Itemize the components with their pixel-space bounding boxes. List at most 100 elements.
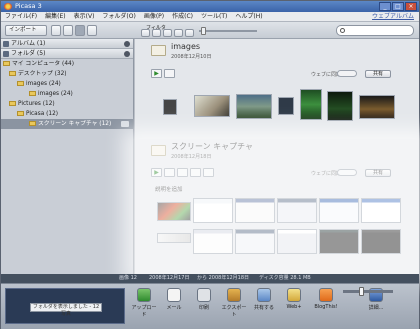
- toolbar: インポート フィルタ: [1, 22, 419, 39]
- collage-icon[interactable]: [164, 168, 175, 177]
- upload-label: アップロード: [131, 305, 157, 318]
- screenshot-thumbnail[interactable]: [277, 229, 317, 254]
- menu-picture[interactable]: 画像(P): [144, 12, 164, 21]
- menu-view[interactable]: 表示(V): [74, 12, 95, 21]
- album-icon: [3, 41, 9, 47]
- web-button[interactable]: Web+: [281, 288, 307, 310]
- export-button[interactable]: エクスポート: [221, 288, 247, 318]
- screenshot-thumbnail[interactable]: [235, 229, 275, 254]
- view-list-button[interactable]: [51, 25, 61, 36]
- minimize-button[interactable]: _: [379, 2, 391, 11]
- images-folder-title[interactable]: images: [171, 42, 200, 51]
- tree-item-my-computer[interactable]: マイ コンピュータ (44): [1, 59, 133, 69]
- folders-header[interactable]: フォルダ (5): [1, 49, 133, 59]
- menu-tools[interactable]: ツール(T): [201, 12, 227, 21]
- tree-item-label: Pictures (12): [18, 101, 55, 107]
- tree-item-desktop[interactable]: デスクトップ (32): [1, 69, 133, 79]
- window-controls: _ □ ×: [379, 2, 417, 11]
- search-icon: [340, 28, 345, 33]
- view-tree-button[interactable]: [75, 25, 85, 36]
- email-label: メール: [166, 305, 182, 311]
- slideshow-play-icon[interactable]: ▶: [151, 69, 162, 78]
- photo-thumbnail[interactable]: [236, 94, 272, 119]
- filter-slider-track[interactable]: [199, 30, 257, 32]
- screenshot-thumbnail[interactable]: [361, 198, 401, 223]
- email-button[interactable]: メール: [161, 288, 187, 311]
- images-web-sync-toggle[interactable]: [337, 70, 357, 77]
- screen-folder-title[interactable]: スクリーン キャプチャ: [171, 141, 253, 152]
- folder-icon: [29, 91, 36, 96]
- photo-thumbnail[interactable]: [327, 91, 353, 121]
- menu-create[interactable]: 作成(C): [172, 12, 193, 21]
- picasa-logo-icon: [4, 3, 12, 10]
- menu-edit[interactable]: 編集(E): [45, 12, 65, 21]
- screenshot-thumbnail[interactable]: [319, 198, 359, 223]
- screenshot-thumbnail[interactable]: [193, 198, 233, 223]
- menu-folder[interactable]: フォルダ(O): [102, 12, 135, 21]
- blogthis-button[interactable]: BlogThis!: [313, 288, 339, 310]
- library-content: images 2008年12月10日 ▶ ウェブに同期 共有 スクリーン キャプ…: [135, 39, 419, 274]
- filter-star-button[interactable]: [152, 29, 161, 37]
- share-button[interactable]: 共有する: [251, 288, 277, 311]
- screenshot-thumbnail[interactable]: [157, 202, 191, 221]
- add-caption-link[interactable]: 説明を追加: [155, 185, 183, 193]
- tree-item-pictures[interactable]: Pictures (12): [1, 99, 133, 109]
- screen-web-sync-toggle[interactable]: [337, 169, 357, 176]
- import-button[interactable]: インポート: [5, 25, 47, 36]
- filter-geo-button[interactable]: [185, 29, 194, 37]
- movie-icon[interactable]: [177, 168, 188, 177]
- web-icon: [287, 288, 301, 302]
- upload-button[interactable]: アップロード: [131, 288, 157, 318]
- screenshot-thumbnail[interactable]: [277, 198, 317, 223]
- photo-tray[interactable]: フォルダを表示しました - 12 写真: [5, 288, 125, 324]
- collapse-icon[interactable]: [124, 41, 130, 47]
- filter-movie-button[interactable]: [163, 29, 172, 37]
- search-input[interactable]: [336, 25, 414, 36]
- photo-thumbnail[interactable]: [359, 95, 395, 119]
- collapse-icon[interactable]: [124, 51, 130, 57]
- tag-icon[interactable]: [190, 168, 201, 177]
- menu-help[interactable]: ヘルプ(H): [235, 12, 262, 21]
- photo-thumbnail[interactable]: [194, 95, 230, 117]
- import-label: インポート: [9, 27, 37, 33]
- screenshot-thumbnail[interactable]: [193, 229, 233, 254]
- albums-header[interactable]: アルバム (1): [1, 39, 133, 49]
- zoom-slider-track[interactable]: [343, 290, 393, 293]
- slideshow-play-icon[interactable]: ▶: [151, 168, 162, 177]
- filter-slider-knob[interactable]: [201, 27, 206, 35]
- print-button[interactable]: 印刷: [191, 288, 217, 311]
- tree-item-images[interactable]: images (24): [1, 79, 133, 89]
- status-disk-size: ディスク容量 28.1 MB: [259, 275, 311, 281]
- filter-upload-button[interactable]: [141, 29, 150, 37]
- collage-icon[interactable]: [164, 69, 175, 78]
- menu-file[interactable]: ファイル(F): [5, 12, 37, 21]
- screen-share-button[interactable]: 共有: [365, 169, 391, 177]
- share-icon: [257, 288, 271, 302]
- tree-item-picasa[interactable]: Picasa (12): [1, 109, 133, 119]
- screenshot-thumbnail[interactable]: [235, 198, 275, 223]
- photo-thumbnail[interactable]: [278, 97, 294, 115]
- close-button[interactable]: ×: [405, 2, 417, 11]
- filter-face-button[interactable]: [174, 29, 183, 37]
- screenshot-thumbnail[interactable]: [361, 229, 401, 254]
- photo-thumbnail[interactable]: [163, 99, 177, 115]
- photo-thumbnail[interactable]: [300, 89, 322, 120]
- folder-icon: [29, 121, 36, 126]
- title-bar: Picasa 3 _ □ ×: [1, 1, 419, 12]
- screenshot-thumbnail[interactable]: [319, 229, 359, 254]
- screen-action-bar: ▶: [151, 168, 231, 177]
- view-grid-button[interactable]: [63, 25, 73, 36]
- tree-item-screen-capture[interactable]: スクリーン キャプチャ (12): [1, 119, 133, 129]
- images-folder-date: 2008年12月10日: [171, 54, 212, 60]
- maximize-button[interactable]: □: [392, 2, 404, 11]
- status-date-from: 2008年12月17日: [149, 275, 190, 281]
- web-albums-link[interactable]: ウェブアルバム: [372, 12, 414, 22]
- folder-icon: [151, 145, 166, 156]
- geotag-icon[interactable]: [203, 168, 214, 177]
- images-share-button[interactable]: 共有: [365, 70, 391, 78]
- screen-folder-date: 2008年12月18日: [171, 154, 212, 160]
- view-flat-button[interactable]: [87, 25, 97, 36]
- screenshot-thumbnail[interactable]: [157, 233, 191, 243]
- zoom-slider-knob[interactable]: [359, 287, 364, 296]
- tree-item-images-sub[interactable]: images (24): [1, 89, 133, 99]
